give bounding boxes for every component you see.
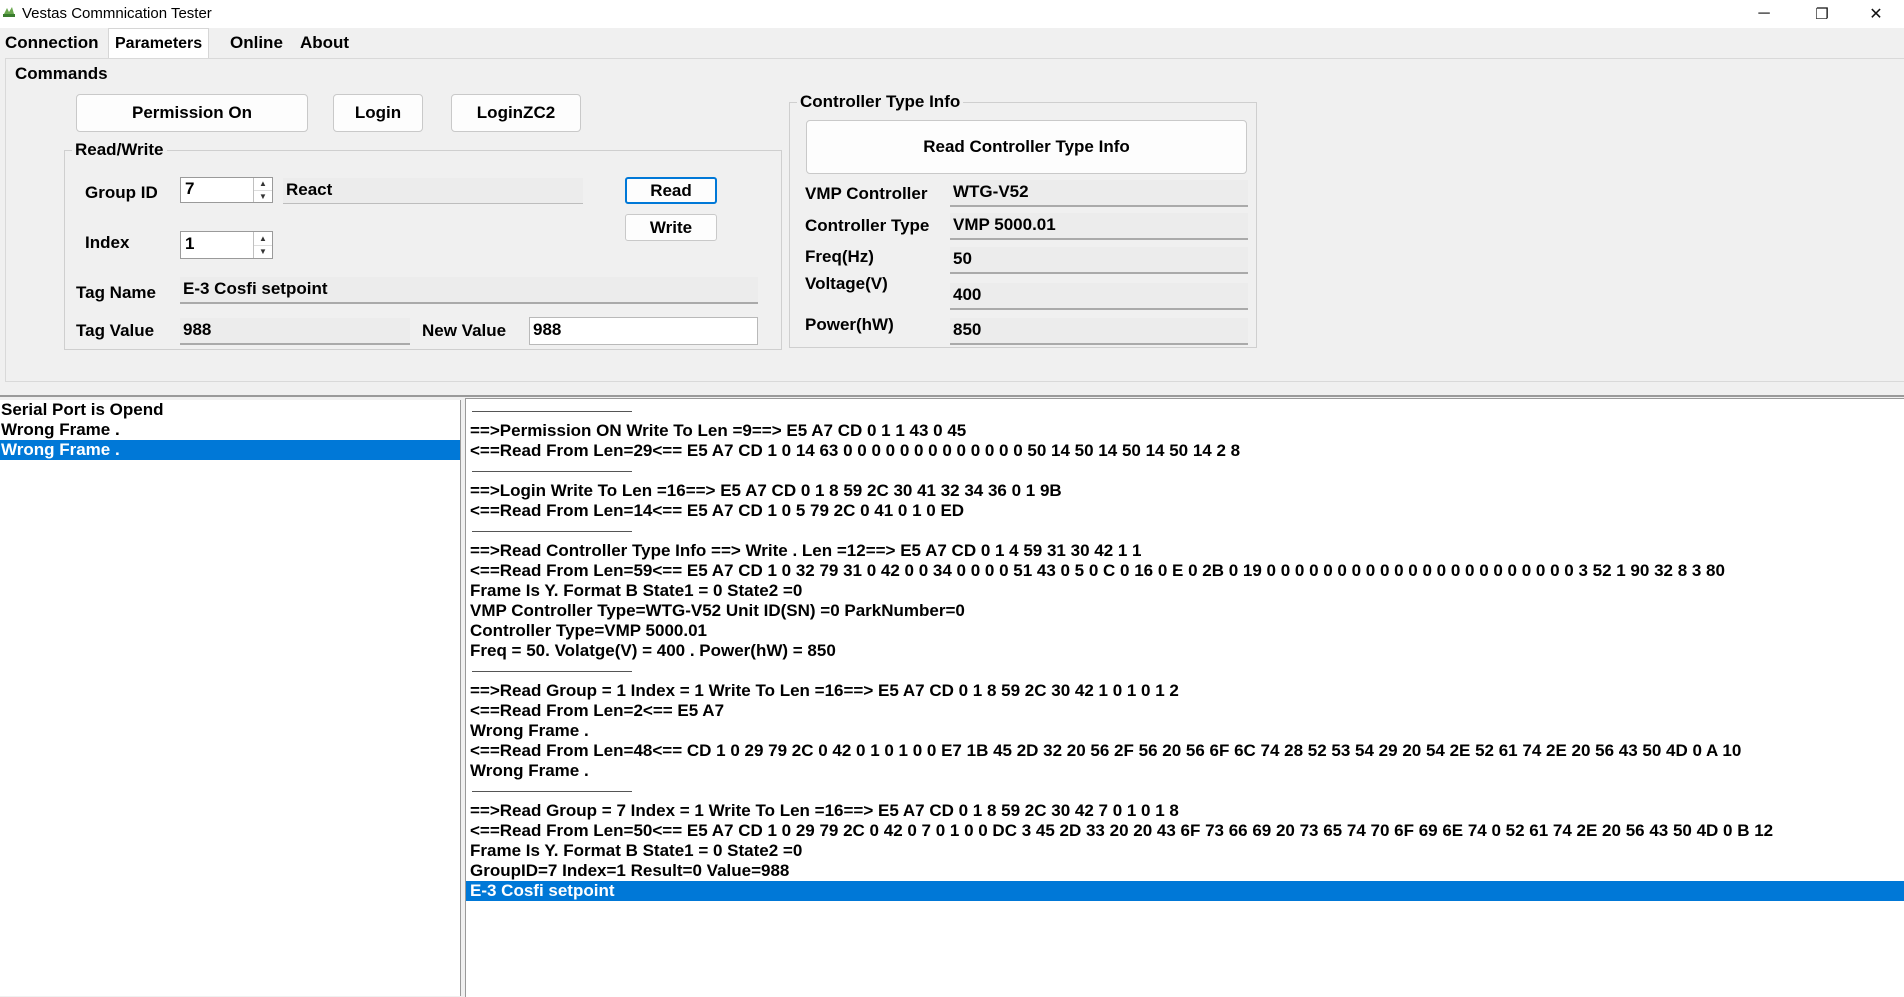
group-id-spinner[interactable]: 7 ▲ ▼ [180,177,273,203]
power-label: Power(hW) [805,315,894,334]
tab-strip [0,28,1904,58]
log-list[interactable]: --------------------------- ==>Permission… [465,398,1904,997]
log-separator: --------------------------- [472,531,632,533]
tab-parameters[interactable]: Parameters [108,28,210,59]
status-list-item[interactable]: Serial Port is Opend [0,400,460,420]
log-line[interactable]: <==Read From Len=29<== E5 A7 CD 1 0 14 6… [466,441,1904,461]
freq-field: 50 [950,247,1248,274]
read-write-group-title: Read/Write [72,140,167,160]
tab-connection[interactable]: Connection [5,33,99,53]
index-spin-buttons[interactable]: ▲ ▼ [253,232,272,258]
controller-type-field: VMP 5000.01 [950,213,1248,240]
status-list-item[interactable]: Wrong Frame . [0,440,460,460]
tag-value-label: Tag Value [76,321,155,340]
group-id-value[interactable]: 7 [185,179,194,199]
voltage-label: Voltage(V) [805,274,888,293]
read-controller-info-button[interactable]: Read Controller Type Info [806,120,1247,174]
tab-online[interactable]: Online [230,33,283,53]
log-line[interactable]: Controller Type=VMP 5000.01 [466,621,1904,641]
status-list-item[interactable]: Wrong Frame . [0,420,460,440]
window-title: Vestas Commnication Tester [22,5,212,22]
login-button[interactable]: Login [333,94,423,132]
spin-down-icon[interactable]: ▼ [254,246,272,259]
log-line[interactable]: ==>Login Write To Len =16==> E5 A7 CD 0 … [466,481,1904,501]
index-label: Index [85,233,130,252]
controller-type-label: Controller Type [805,216,930,235]
group-id-label: Group ID [85,183,158,202]
splitter[interactable] [0,395,1904,397]
minimize-button[interactable]: ─ [1736,0,1792,28]
log-line[interactable]: ==>Read Controller Type Info ==> Write .… [466,541,1904,561]
spin-down-icon[interactable]: ▼ [254,191,272,203]
read-button[interactable]: Read [625,177,717,204]
group-id-spin-buttons[interactable]: ▲ ▼ [253,178,272,202]
log-line[interactable]: ==>Read Group = 7 Index = 1 Write To Len… [466,801,1904,821]
spin-up-icon[interactable]: ▲ [254,232,272,246]
tab-about[interactable]: About [300,33,349,53]
title-bar: Vestas Commnication Tester ─ ❐ ✕ [0,0,1904,28]
vmp-controller-field: WTG-V52 [950,180,1248,207]
close-button[interactable]: ✕ [1848,0,1904,28]
log-line[interactable]: <==Read From Len=14<== E5 A7 CD 1 0 5 79… [466,501,1904,521]
power-field: 850 [950,318,1248,345]
new-value-input[interactable]: 988 [529,317,758,345]
tag-name-field: E-3 Cosfi setpoint [180,277,758,304]
log-line[interactable]: GroupID=7 Index=1 Result=0 Value=988 [466,861,1904,881]
vmp-controller-label: VMP Controller [805,184,928,203]
write-button[interactable]: Write [625,214,717,241]
log-line[interactable]: <==Read From Len=50<== E5 A7 CD 1 0 29 7… [466,821,1904,841]
log-line[interactable]: Freq = 50. Volatge(V) = 400 . Power(hW) … [466,641,1904,661]
log-line[interactable]: Wrong Frame . [466,761,1904,781]
log-line[interactable]: ==>Read Group = 1 Index = 1 Write To Len… [466,681,1904,701]
log-separator: --------------------------- [472,411,632,413]
tag-value-field: 988 [180,318,410,345]
log-line[interactable]: ==>Permission ON Write To Len =9==> E5 A… [466,421,1904,441]
spin-up-icon[interactable]: ▲ [254,178,272,191]
log-line[interactable]: E-3 Cosfi setpoint [466,881,1904,901]
log-separator: --------------------------- [472,671,632,673]
controller-info-group-title: Controller Type Info [797,92,964,112]
log-separator: --------------------------- [472,791,632,793]
app-icon [3,7,15,17]
log-separator: --------------------------- [472,471,632,473]
tag-name-label: Tag Name [76,283,156,302]
log-line[interactable]: Frame Is Y. Format B State1 = 0 State2 =… [466,581,1904,601]
log-line[interactable]: <==Read From Len=2<== E5 A7 [466,701,1904,721]
log-line[interactable]: <==Read From Len=48<== CD 1 0 29 79 2C 0… [466,741,1904,761]
status-list[interactable]: Serial Port is Opend Wrong Frame . Wrong F… [0,400,461,996]
log-line[interactable]: Wrong Frame . [466,721,1904,741]
log-line[interactable]: <==Read From Len=59<== E5 A7 CD 1 0 32 7… [466,561,1904,581]
permission-on-button[interactable]: Permission On [76,94,308,132]
restore-button[interactable]: ❐ [1794,0,1850,28]
new-value-label: New Value [422,321,507,340]
freq-label: Freq(Hz) [805,247,874,266]
log-line[interactable]: VMP Controller Type=WTG-V52 Unit ID(SN) … [466,601,1904,621]
log-line[interactable]: Frame Is Y. Format B State1 = 0 State2 =… [466,841,1904,861]
commands-group-title: Commands [12,64,111,84]
loginzc2-button[interactable]: LoginZC2 [451,94,581,132]
index-value[interactable]: 1 [185,234,194,254]
group-name-field: React [283,178,583,204]
voltage-field: 400 [950,283,1248,310]
index-spinner[interactable]: 1 ▲ ▼ [180,231,273,259]
